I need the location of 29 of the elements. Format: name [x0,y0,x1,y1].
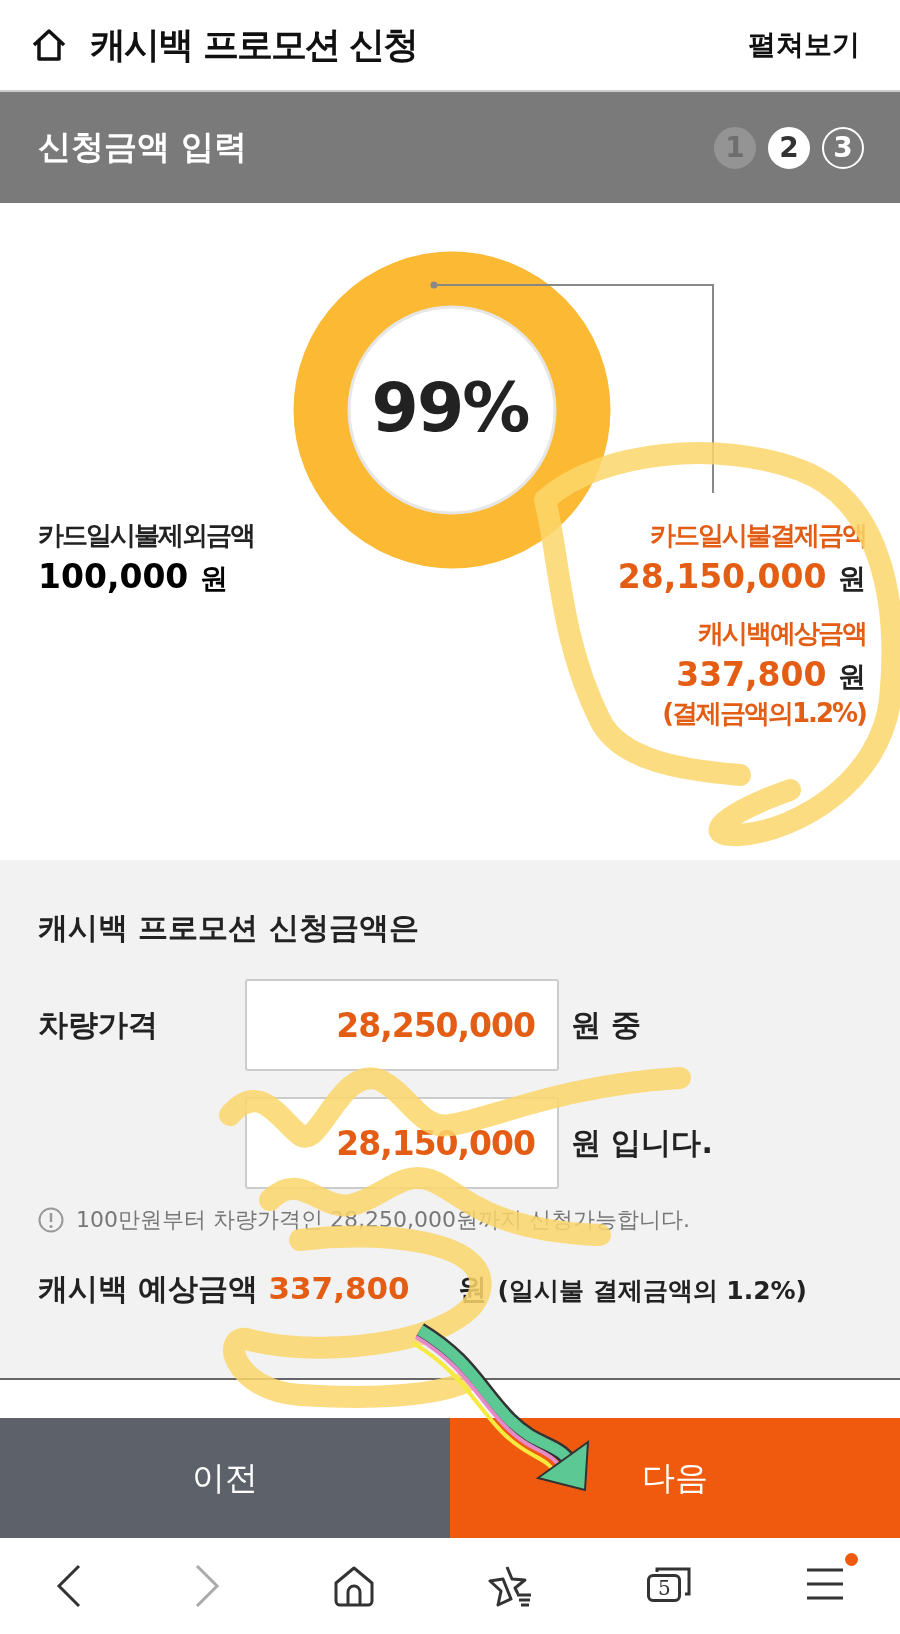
previous-button[interactable]: 이전 [0,1418,450,1538]
section-title: 신청금액 입력 [38,126,248,168]
amount-label: 카드일시불결제금액 [649,519,866,552]
unit-label: 원 중 [571,1005,642,1044]
next-button[interactable]: 다음 [450,1418,900,1538]
page-title: 캐시백 프로모션 신청 [90,22,418,67]
step-indicator: 3 [822,126,864,169]
unit-label: 원 입니다. [571,1123,713,1162]
amount-value: 100,000 원 [38,557,229,598]
back-icon[interactable] [56,1564,83,1608]
home-icon[interactable] [332,1565,375,1607]
amount-field[interactable]: 28,250,000 [245,979,559,1071]
amount-label: 카드일시불제외금액 [38,519,254,552]
cashback-label: 캐시백 예상금액 [38,1270,259,1308]
star-list-icon[interactable] [487,1564,534,1608]
step-indicator: 2 [768,126,810,169]
expand-view-button[interactable]: 펼쳐보기 [748,26,860,64]
rate-note: (일시불 결제금액의 1.2%) [497,1275,808,1307]
field-label: 차량가격 [38,1005,159,1044]
home-icon[interactable] [30,28,68,62]
rate-note: (결제금액의1.2%) [661,697,866,730]
form-heading: 캐시백 프로모션 신청금액은 [38,909,420,947]
cashback-value: 337,800 [268,1270,411,1306]
menu-icon[interactable] [805,1567,844,1601]
amount-value: 337,800 원 [675,655,866,696]
amount-value: 28,150,000 원 [617,557,866,598]
amount-label: 캐시백예상금액 [697,617,866,650]
info-icon [38,1207,64,1233]
percent-label: 99% [370,368,530,447]
